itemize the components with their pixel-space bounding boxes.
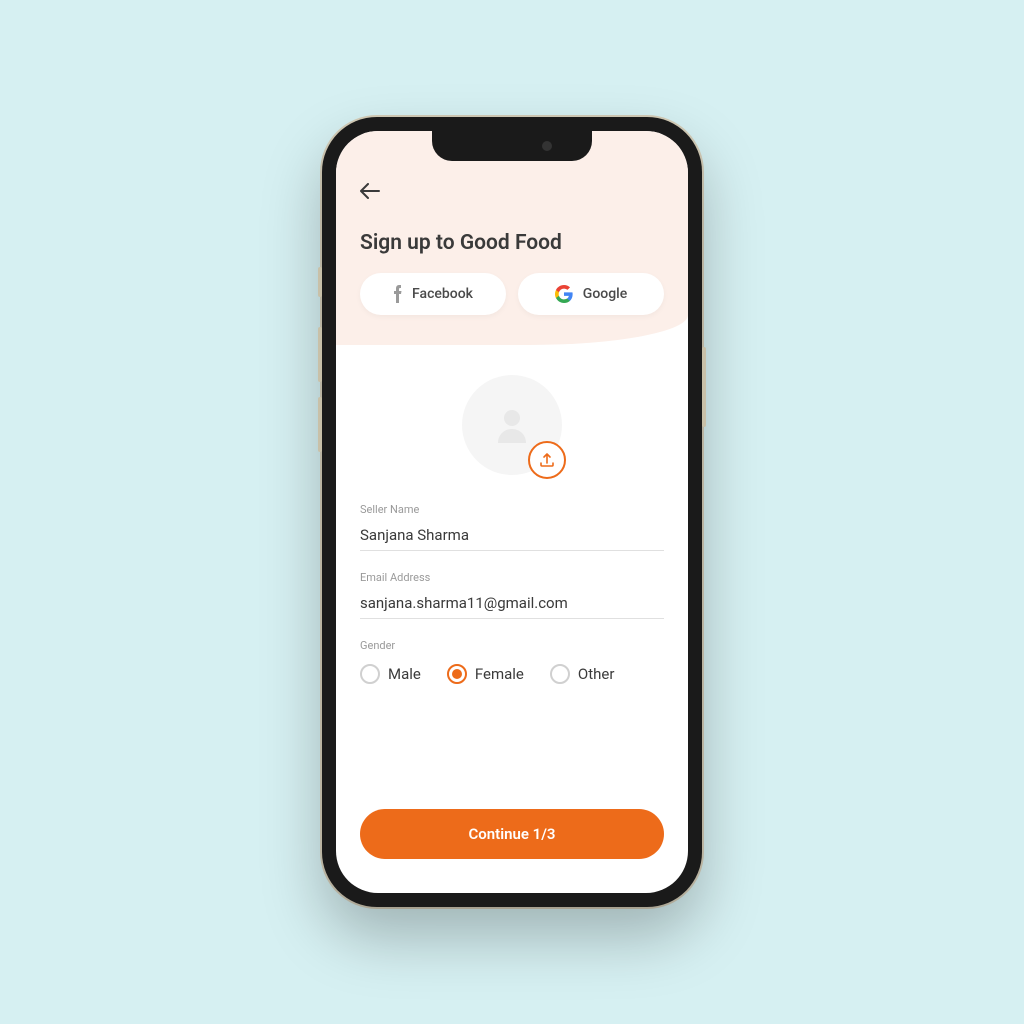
email-field: Email Address [360, 571, 664, 619]
form-section: Seller Name Email Address Gender Male [336, 345, 688, 704]
radio-unchecked-icon [360, 664, 380, 684]
seller-name-input[interactable] [360, 520, 664, 551]
gender-label: Gender [360, 639, 664, 652]
upload-avatar-button[interactable] [528, 441, 566, 479]
social-buttons: Facebook Google [360, 273, 664, 315]
seller-name-label: Seller Name [360, 503, 664, 516]
avatar-placeholder [462, 375, 562, 475]
person-icon [490, 403, 534, 447]
gender-other-label: Other [578, 665, 615, 683]
gender-other-option[interactable]: Other [550, 664, 615, 684]
silence-switch [318, 267, 322, 297]
google-label: Google [583, 286, 627, 302]
screen: Sign up to Good Food Facebook Google [336, 131, 688, 893]
email-label: Email Address [360, 571, 664, 584]
continue-button[interactable]: Continue 1/3 [360, 809, 664, 859]
volume-up-button [318, 327, 322, 382]
gender-female-option[interactable]: Female [447, 664, 524, 684]
avatar-container [360, 375, 664, 475]
google-button[interactable]: Google [518, 273, 664, 315]
gender-field: Gender Male Female Other [360, 639, 664, 684]
page-title: Sign up to Good Food [360, 231, 664, 255]
volume-down-button [318, 397, 322, 452]
arrow-left-icon [360, 183, 380, 199]
power-button [702, 347, 706, 427]
radio-checked-icon [447, 664, 467, 684]
notch [432, 131, 592, 161]
gender-female-label: Female [475, 665, 524, 683]
radio-unchecked-icon [550, 664, 570, 684]
back-button[interactable] [360, 179, 384, 203]
facebook-button[interactable]: Facebook [360, 273, 506, 315]
gender-radio-group: Male Female Other [360, 664, 664, 684]
gender-male-label: Male [388, 665, 421, 683]
google-icon [555, 285, 573, 303]
upload-icon [539, 452, 555, 468]
gender-male-option[interactable]: Male [360, 664, 421, 684]
email-input[interactable] [360, 588, 664, 619]
seller-name-field: Seller Name [360, 503, 664, 551]
header-section: Sign up to Good Food Facebook Google [336, 131, 688, 345]
facebook-icon [393, 285, 402, 303]
phone-frame: Sign up to Good Food Facebook Google [322, 117, 702, 907]
facebook-label: Facebook [412, 286, 473, 302]
